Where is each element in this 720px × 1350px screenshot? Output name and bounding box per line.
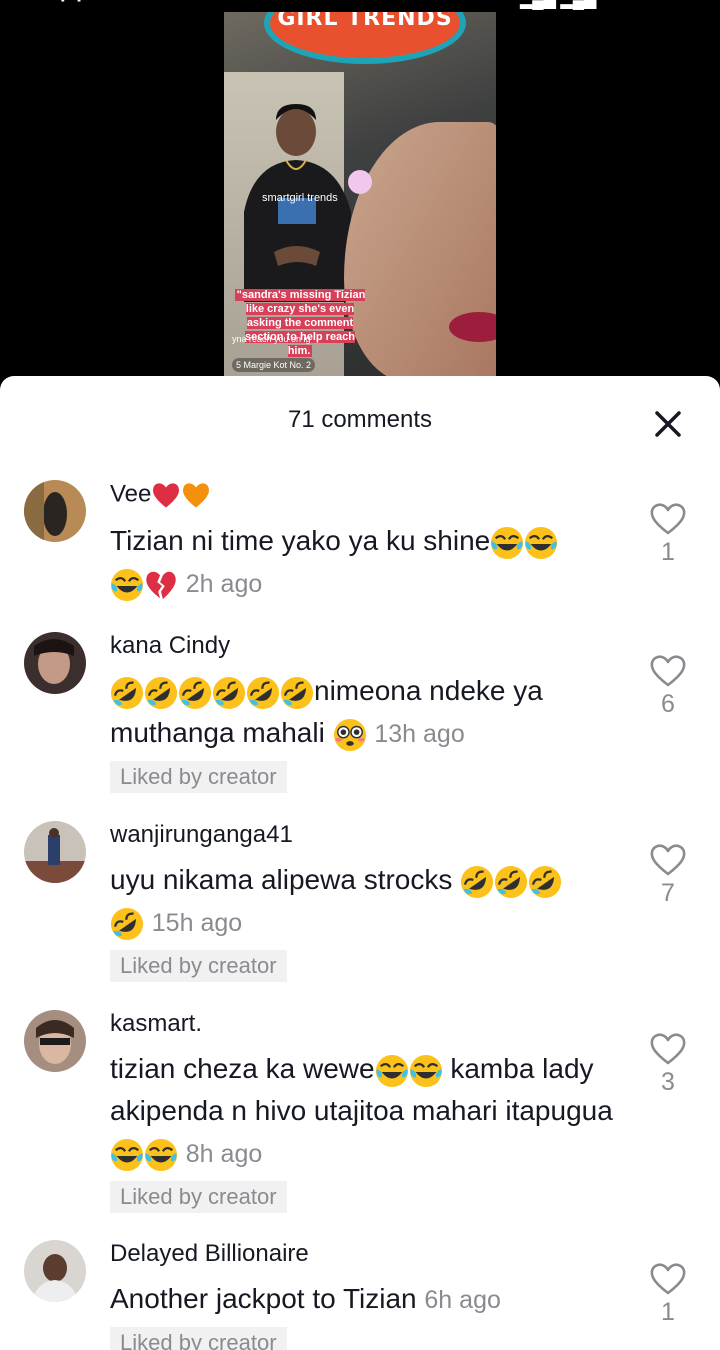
- video-caption: "sandra's missing Tizian like crazy she'…: [234, 289, 366, 357]
- avatar[interactable]: [24, 821, 86, 883]
- channel-logo-text: GIRL TRENDS: [277, 12, 453, 31]
- close-icon: [655, 411, 681, 437]
- comment-text: Tizian ni time yako ya ku shine 2h ago: [110, 520, 630, 605]
- rofl-icon: [528, 865, 562, 899]
- tears-of-joy-icon: [409, 1054, 443, 1088]
- tears-of-joy-icon: [110, 1138, 144, 1172]
- rofl-icon: [178, 676, 212, 710]
- rofl-icon: [460, 865, 494, 899]
- like-count: 1: [661, 538, 675, 566]
- tears-of-joy-icon: [490, 526, 524, 560]
- heart-outline-icon[interactable]: [646, 1032, 690, 1066]
- tears-of-joy-icon: [524, 526, 558, 560]
- channel-logo: GIRL TRENDS: [264, 12, 466, 64]
- heart-outline-icon[interactable]: [646, 502, 690, 536]
- liked-by-creator-badge: Liked by creator: [110, 950, 287, 982]
- video-live-badge: 5 Margie Kot No. 2: [232, 358, 316, 372]
- rofl-icon: [144, 676, 178, 710]
- liked-by-creator-badge: Liked by creator: [110, 1181, 287, 1213]
- heart-outline-icon[interactable]: [646, 654, 690, 688]
- tears-of-joy-icon: [144, 1138, 178, 1172]
- comment-body: Vee Tizian ni time yako ya ku shine 2h a…: [110, 480, 630, 605]
- comment-body: Delayed Billionaire Another jackpot to T…: [110, 1240, 630, 1350]
- avatar[interactable]: [24, 1010, 86, 1072]
- comment-text: Another jackpot to Tizian 6h ago: [110, 1283, 501, 1314]
- like-control[interactable]: 3: [646, 1032, 690, 1097]
- rofl-icon: [110, 676, 144, 710]
- liked-by-creator-badge: Liked by creator: [110, 1327, 287, 1350]
- comment-timestamp: 15h ago: [151, 909, 243, 937]
- status-bar-left-icons: · ·: [60, 0, 85, 12]
- avatar[interactable]: [24, 1240, 86, 1302]
- comment-username[interactable]: Vee: [110, 480, 630, 510]
- comment-body: kana Cindy nimeona ndeke ya muthanga mah…: [110, 632, 630, 793]
- video-sub-caption: yna reach you on ig: [232, 334, 311, 344]
- status-bar-right-icons: ▂▄▆ ▂▄▆: [520, 0, 597, 9]
- comment-text: nimeona ndeke ya muthanga mahali 13h ago: [110, 670, 630, 755]
- rofl-icon: [494, 865, 528, 899]
- rofl-icon: [212, 676, 246, 710]
- comment-body: kasmart. tizian cheza ka wewe kamba lady…: [110, 1010, 630, 1213]
- rofl-icon: [110, 907, 144, 941]
- flushed-face-icon: [333, 718, 367, 752]
- orange-heart-icon: [181, 480, 211, 510]
- comment-text: uyu nikama alipewa strocks 15h ago: [110, 859, 630, 944]
- rofl-icon: [280, 676, 314, 710]
- comment-timestamp: 13h ago: [374, 720, 465, 748]
- like-control[interactable]: 7: [646, 843, 690, 908]
- liked-by-creator-badge: Liked by creator: [110, 761, 287, 793]
- like-control[interactable]: 1: [646, 502, 690, 567]
- comment-timestamp: 8h ago: [185, 1140, 263, 1168]
- like-count: 3: [661, 1068, 675, 1096]
- like-count: 7: [661, 879, 675, 907]
- close-button[interactable]: [648, 404, 688, 444]
- comment-username[interactable]: kana Cindy: [110, 632, 630, 660]
- like-count: 6: [661, 690, 675, 718]
- avatar[interactable]: [24, 480, 86, 542]
- comments-sheet: 71 comments Vee Tizian ni time yako ya k…: [0, 376, 720, 1350]
- like-control[interactable]: 1: [646, 1262, 690, 1327]
- comment-body: wanjirunganga41 uyu nikama alipewa stroc…: [110, 821, 630, 982]
- comment-username[interactable]: Delayed Billionaire: [110, 1240, 630, 1268]
- broken-heart-icon: [144, 568, 178, 602]
- avatar[interactable]: [24, 632, 86, 694]
- comment-username[interactable]: wanjirunganga41: [110, 821, 630, 849]
- comment-timestamp: 6h ago: [424, 1286, 501, 1314]
- like-count: 1: [661, 1298, 675, 1326]
- comment-text: tizian cheza ka wewe kamba lady akipenda…: [110, 1048, 630, 1175]
- heart-outline-icon[interactable]: [646, 1262, 690, 1296]
- flower-icon: [348, 170, 372, 194]
- heart-outline-icon[interactable]: [646, 843, 690, 877]
- comments-count-title: 71 comments: [287, 406, 433, 433]
- video-thumbnail[interactable]: GIRL TRENDS smartgirl trends "sandra's m…: [224, 12, 496, 380]
- video-watermark: smartgirl trends: [262, 192, 338, 204]
- rofl-icon: [246, 676, 280, 710]
- comment-timestamp: 2h ago: [185, 570, 263, 598]
- tears-of-joy-icon: [375, 1054, 409, 1088]
- video-player-area[interactable]: · · ▂▄▆ ▂▄▆ GIRL TRENDS smartgirl trends…: [0, 0, 720, 380]
- like-control[interactable]: 6: [646, 654, 690, 719]
- tears-of-joy-icon: [110, 568, 144, 602]
- comment-username[interactable]: kasmart.: [110, 1010, 630, 1038]
- red-heart-icon: [151, 480, 181, 510]
